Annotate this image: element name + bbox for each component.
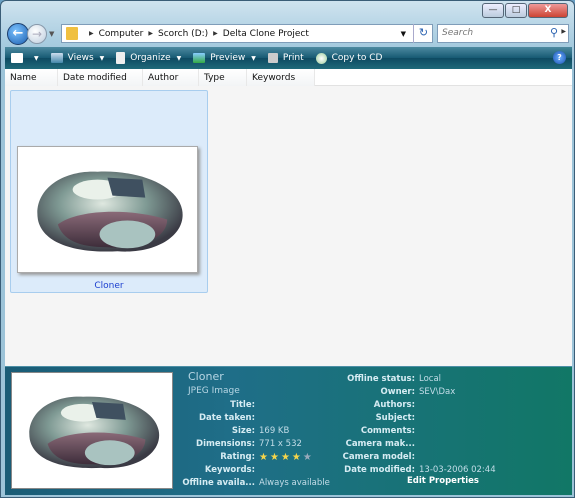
print-label: Print [282,53,304,63]
minimize-button[interactable]: — [482,3,504,18]
folder-icon [66,27,78,40]
layout-icon [11,53,23,63]
recent-pages-dropdown[interactable]: ▼ [49,30,54,38]
property-row: Title: [145,399,259,412]
property-label: Owner: [380,387,416,397]
preview-button[interactable]: Preview ▼ [193,53,256,63]
property-row: Rating: ★★★★★ [145,451,314,464]
search-placeholder: Search [442,28,474,38]
property-value[interactable]: 771 x 532 [259,438,302,451]
back-button[interactable]: ← [7,23,29,45]
organize-label: Organize [130,53,171,63]
file-item[interactable]: Cloner [10,90,208,293]
chevron-right-icon[interactable]: ▶ [89,30,94,37]
property-row: Authors: [305,399,419,412]
copy-to-cd-button[interactable]: Copy to CD [315,52,383,64]
breadcrumb-drive[interactable]: Scorch (D:) [158,29,208,39]
views-label: Views [67,53,94,63]
property-label: Camera mak... [345,439,415,449]
column-author[interactable]: Author [143,68,199,86]
property-label: Offline status: [347,374,415,384]
views-button[interactable]: Views ▼ [50,53,105,63]
chevron-right-icon[interactable]: ▶ [148,30,153,37]
breadcrumb-computer[interactable]: Computer [99,29,144,39]
property-row: Subject: [305,412,419,425]
maximize-button[interactable]: □ [505,3,527,18]
property-row: Date taken: [145,412,259,425]
property-label: Date taken: [198,413,255,423]
search-input[interactable]: Search ⚲ ▶ [437,24,569,43]
property-label: Dimensions: [196,439,255,449]
address-dropdown-icon[interactable]: ▼ [401,30,406,38]
property-label: Offline availa... [182,478,255,488]
property-row: Size: 169 KB [145,425,290,438]
property-value[interactable]: Local [419,373,441,386]
file-thumbnail [17,146,198,273]
organize-button[interactable]: Organize ▼ [116,52,181,64]
help-button[interactable]: ? [553,51,566,64]
breadcrumb-folder[interactable]: Delta Clone Project [223,29,309,39]
explorer-window: — □ X ← → ▼ ▶ Computer ▶ Scorch (D:) ▶ D… [0,0,575,498]
details-file-name: Cloner [188,370,224,383]
layout-button[interactable]: ▼ [11,53,39,63]
edit-properties-link[interactable]: Edit Properties [407,476,479,486]
star-icon[interactable]: ★ [281,452,292,463]
property-label: Size: [231,426,255,436]
command-bar: ▼ Views ▼ Organize ▼ Preview ▼ Print Copy t… [5,47,572,69]
column-date-modified[interactable]: Date modified [58,68,143,86]
property-value[interactable]: 169 KB [259,425,289,438]
chevron-down-icon: ▼ [176,54,182,62]
property-row: Camera mak... [305,438,419,451]
print-button[interactable]: Print [267,53,304,63]
file-name[interactable]: Cloner [11,281,207,291]
details-pane: Cloner JPEG Image Edit Properties Title:… [5,366,572,495]
star-icon[interactable]: ★ [259,452,270,463]
refresh-button[interactable]: ↻ [413,24,433,43]
property-label: Authors: [373,400,415,410]
chevron-down-icon: ▼ [34,54,39,62]
search-icon[interactable]: ⚲ [550,26,558,39]
column-name[interactable]: Name [5,68,58,86]
column-type[interactable]: Type [199,68,247,86]
caption-buttons: — □ X [481,3,568,18]
property-row: Offline status: Local [305,373,441,386]
chevron-down-icon: ▼ [99,54,105,62]
property-label: Comments: [360,426,415,436]
property-label: Date modified: [344,465,415,475]
star-icon[interactable]: ★ [270,452,281,463]
property-row: Owner: SEV\Dax [305,386,456,399]
property-label: Subject: [375,413,415,423]
forward-button[interactable]: → [27,24,47,44]
property-value[interactable]: SEV\Dax [419,386,455,399]
cd-icon [315,52,327,64]
property-value[interactable]: Always available [259,477,330,490]
details-file-type: JPEG Image [188,386,240,396]
property-row: Keywords: [145,464,259,477]
printer-icon [267,53,278,63]
close-button[interactable]: X [528,3,568,18]
views-icon [50,53,63,63]
property-label: Keywords: [204,465,255,475]
star-icon[interactable]: ★ [292,452,303,463]
organize-icon [116,52,126,64]
file-list: Cloner [5,86,572,366]
property-label: Title: [230,400,255,410]
property-row: Dimensions: 771 x 532 [145,438,302,451]
property-row: Comments: [305,425,419,438]
address-bar[interactable]: ▶ Computer ▶ Scorch (D:) ▶ Delta Clone P… [61,24,433,43]
column-headers: Name Date modified Author Type Keywords [5,68,572,86]
chevron-down-icon: ▼ [251,54,256,62]
preview-icon [193,53,206,63]
property-row: Offline availa... Always available [145,477,330,490]
chevron-right-icon[interactable]: ▶ [213,30,218,37]
copy-to-cd-label: Copy to CD [331,53,383,63]
search-options-icon[interactable]: ▶ [561,28,566,35]
property-label: Rating: [220,452,255,462]
column-keywords[interactable]: Keywords [247,68,315,86]
property-row: Date modified: 13-03-2006 02:44 [305,464,496,477]
property-label: Camera model: [342,452,415,462]
property-value[interactable]: 13-03-2006 02:44 [419,464,496,477]
preview-label: Preview [210,53,246,63]
property-row: Camera model: [305,451,419,464]
